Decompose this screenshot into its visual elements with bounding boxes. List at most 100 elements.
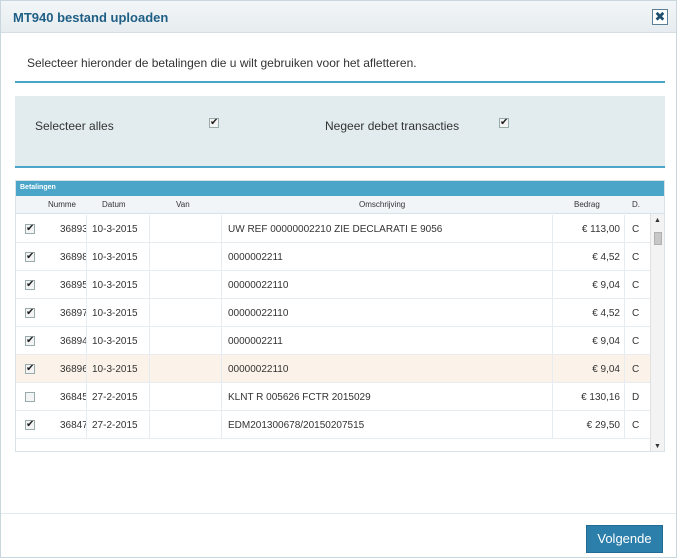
row-dc: C — [632, 280, 640, 291]
row-number: 36895 — [60, 280, 86, 291]
column-divider — [624, 327, 625, 355]
column-divider — [221, 215, 222, 243]
column-divider — [624, 215, 625, 243]
column-divider — [552, 327, 553, 355]
column-divider — [86, 411, 87, 439]
row-checkbox[interactable]: ✔ — [25, 336, 35, 346]
row-dc: C — [632, 336, 640, 347]
row-date: 27-2-2015 — [92, 392, 138, 403]
row-amount: € 4,52 — [592, 308, 620, 319]
table-row[interactable]: ✔ 36893 10-3-2015 UW REF 00000002210 ZIE DE… — [16, 215, 651, 243]
row-description: 00000022110 — [228, 280, 289, 291]
ignore-debit-label: Negeer debet transacties — [325, 119, 460, 133]
row-number: 36898 — [60, 252, 86, 263]
column-header-date[interactable]: Datum — [102, 200, 126, 209]
row-number: 36893 — [60, 224, 86, 235]
row-date: 10-3-2015 — [92, 280, 138, 291]
row-checkbox[interactable]: ✔ — [25, 224, 35, 234]
row-number: 36896 — [60, 364, 86, 375]
column-divider — [86, 327, 87, 355]
row-amount: € 9,04 — [592, 364, 620, 375]
table-row[interactable]: ✔ 36898 10-3-2015 0000002211 € 4,52 C — [16, 243, 651, 271]
column-divider — [221, 355, 222, 383]
column-divider — [149, 327, 150, 355]
row-date: 10-3-2015 — [92, 364, 138, 375]
grid-scrollbar[interactable]: ▲ ▼ — [650, 214, 664, 451]
close-icon[interactable]: ✖ — [652, 9, 668, 25]
row-description: UW REF 00000002210 ZIE DECLARATI E 9056 — [228, 224, 443, 235]
row-checkbox[interactable]: ✔ — [25, 252, 35, 262]
column-divider — [221, 411, 222, 439]
row-date: 27-2-2015 — [92, 420, 138, 431]
row-dc: C — [632, 364, 640, 375]
row-checkbox[interactable]: ✔ — [25, 392, 35, 402]
row-dc: D — [632, 392, 640, 403]
row-amount: € 113,00 — [581, 224, 620, 235]
row-description: 0000002211 — [228, 336, 283, 347]
select-all-label: Selecteer alles — [35, 119, 114, 133]
row-date: 10-3-2015 — [92, 336, 138, 347]
column-divider — [149, 383, 150, 411]
row-number: 36894 — [60, 336, 86, 347]
row-dc: C — [632, 420, 640, 431]
row-number: 36845 — [60, 392, 86, 403]
column-divider — [149, 243, 150, 271]
row-checkbox[interactable]: ✔ — [25, 308, 35, 318]
column-divider — [149, 411, 150, 439]
table-row[interactable]: ✔ 36847 27-2-2015 EDM201300678/20150207515 €… — [16, 411, 651, 439]
column-divider — [86, 215, 87, 243]
scroll-thumb[interactable] — [654, 232, 662, 245]
column-divider — [221, 299, 222, 327]
dialog-title: MT940 bestand uploaden — [13, 10, 169, 25]
row-date: 10-3-2015 — [92, 224, 138, 235]
row-date: 10-3-2015 — [92, 308, 138, 319]
mt940-upload-dialog: MT940 bestand uploaden ✖ Selecteer hiero… — [0, 0, 677, 558]
row-amount: € 9,04 — [592, 336, 620, 347]
column-divider — [86, 271, 87, 299]
row-checkbox[interactable]: ✔ — [25, 420, 35, 430]
table-row[interactable]: ✔ 36845 27-2-2015 KLNT R 005626 FCTR 201502… — [16, 383, 651, 411]
row-checkbox[interactable]: ✔ — [25, 280, 35, 290]
column-divider — [149, 299, 150, 327]
column-header-number[interactable]: Numme — [48, 200, 84, 209]
grid-caption: Betalingen — [16, 181, 664, 196]
row-checkbox[interactable]: ✔ — [25, 364, 35, 374]
table-row[interactable]: ✔ 36895 10-3-2015 00000022110 € 9,04 C — [16, 271, 651, 299]
scroll-up-icon[interactable]: ▲ — [654, 217, 661, 224]
select-all-checkbox[interactable]: ✔ — [209, 118, 219, 128]
column-divider — [552, 215, 553, 243]
dialog-titlebar: MT940 bestand uploaden ✖ — [1, 1, 676, 33]
row-amount: € 4,52 — [592, 252, 620, 263]
payments-grid: Betalingen Numme Datum Van Omschrijving … — [15, 180, 665, 452]
table-row[interactable]: ✔ 36897 10-3-2015 00000022110 € 4,52 C — [16, 299, 651, 327]
column-divider — [86, 299, 87, 327]
row-description: 00000022110 — [228, 364, 289, 375]
column-header-description[interactable]: Omschrijving — [359, 200, 405, 209]
table-row[interactable]: ✔ 36896 10-3-2015 00000022110 € 9,04 C — [16, 355, 651, 383]
column-header-dc[interactable]: D. — [632, 200, 640, 209]
column-divider — [624, 355, 625, 383]
column-divider — [624, 299, 625, 327]
column-divider — [221, 383, 222, 411]
row-description: 00000022110 — [228, 308, 289, 319]
scroll-down-icon[interactable]: ▼ — [654, 443, 661, 450]
column-divider — [624, 271, 625, 299]
ignore-debit-checkbox[interactable]: ✔ — [499, 118, 509, 128]
column-divider — [221, 243, 222, 271]
column-divider — [86, 355, 87, 383]
column-divider — [552, 243, 553, 271]
column-divider — [552, 271, 553, 299]
row-dc: C — [632, 224, 640, 235]
column-divider — [221, 327, 222, 355]
table-row[interactable]: ✔ 36894 10-3-2015 0000002211 € 9,04 C — [16, 327, 651, 355]
row-dc: C — [632, 308, 640, 319]
next-button[interactable]: Volgende — [586, 525, 663, 553]
column-divider — [552, 411, 553, 439]
intro-text: Selecteer hieronder de betalingen die u … — [27, 56, 417, 70]
column-divider — [552, 299, 553, 327]
row-amount: € 29,50 — [586, 420, 620, 431]
column-header-amount[interactable]: Bedrag — [574, 200, 600, 209]
intro-divider — [15, 81, 665, 83]
row-number: 36847 — [60, 420, 86, 431]
column-header-from[interactable]: Van — [176, 200, 190, 209]
